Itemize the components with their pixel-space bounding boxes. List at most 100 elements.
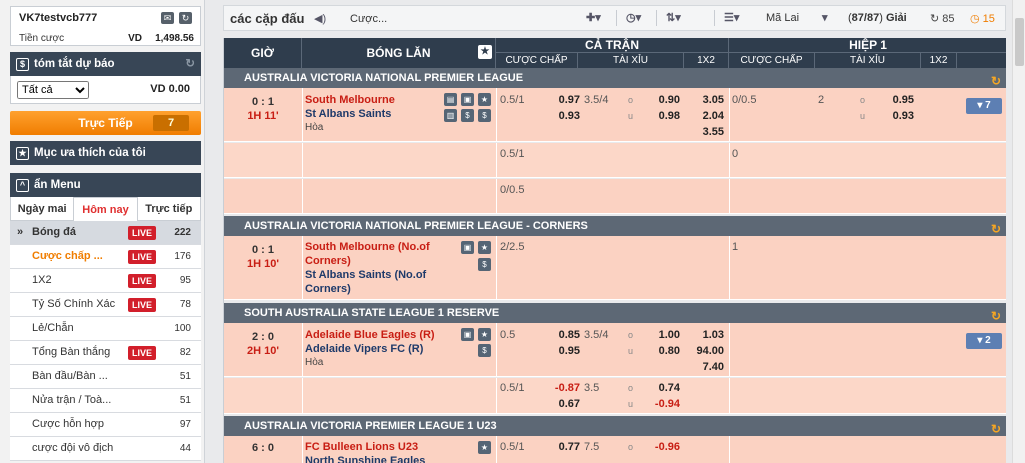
more-markets-button[interactable]: ▾ 2 [966, 333, 1002, 349]
odds[interactable]: 0.80 [644, 344, 680, 358]
tab-live[interactable]: Trực tiếp [137, 197, 200, 221]
refresh-timer-15[interactable]: ◷ 15 [970, 12, 995, 25]
total-line: 3.5/4 [584, 329, 609, 341]
more-markets-button[interactable]: ▾ 7 [966, 98, 1002, 114]
favorites[interactable]: ★ Mục ưa thích của tôi [10, 141, 201, 165]
tv-icon[interactable]: ▣ [461, 93, 474, 106]
item-label: 1X2 [32, 274, 52, 286]
hide-menu-header[interactable]: ^ ẩn Menu [10, 173, 201, 197]
odds-1x2[interactable]: 2.04 [686, 109, 724, 123]
summary-header[interactable]: $ tóm tắt dự báo ↻ [10, 52, 201, 76]
live-button[interactable]: Trực Tiếp 7 [10, 111, 201, 135]
tab-today[interactable]: Hôm nay [73, 197, 138, 221]
odds[interactable]: 0.85 [544, 328, 580, 342]
list-view-icon[interactable]: ☰▾ [724, 11, 739, 24]
divider [656, 10, 657, 26]
dollar-icon[interactable]: $ [478, 258, 491, 271]
odds-1x2[interactable]: 3.55 [686, 125, 724, 139]
sport-soccer[interactable]: » Bóng đá LIVE 222 [10, 221, 201, 245]
odds-1x2[interactable]: 94.00 [686, 344, 724, 358]
under-label: u [860, 111, 866, 121]
list-item[interactable]: Tổng Bàn thắng LIVE 82 [10, 341, 201, 365]
item-label: Nửa trận / Toà... [32, 394, 112, 406]
handicap-line: 2/2.5 [500, 241, 525, 253]
star-icon[interactable]: ★ [478, 93, 491, 106]
credit-value: 1,498.56 [155, 33, 194, 44]
chevron-down-icon[interactable]: ▾ [822, 11, 828, 24]
item-label: Bàn đầu/Bàn ... [32, 370, 108, 382]
refresh-icon[interactable]: ↻ [185, 52, 195, 76]
star-icon[interactable]: ★ [478, 441, 491, 454]
list-item[interactable]: Bàn đầu/Bàn ... 51 [10, 365, 201, 389]
list-item[interactable]: Tỷ Số Chính Xác LIVE 78 [10, 293, 201, 317]
league-header[interactable]: AUSTRALIA VICTORIA NATIONAL PREMIER LEAG… [224, 68, 1006, 88]
list-item[interactable]: Lẻ/Chẵn 100 [10, 317, 201, 341]
star-icon[interactable]: ★ [478, 241, 491, 254]
clock-icon[interactable]: ◷▾ [626, 11, 641, 24]
odds[interactable]: 0.98 [644, 109, 680, 123]
sport-label: Bóng đá [32, 226, 76, 238]
tab-tomorrow[interactable]: Ngày mai [11, 197, 74, 221]
refresh-timer-85[interactable]: ↻ 85 [930, 12, 955, 25]
scrollbar-thumb[interactable] [1015, 18, 1024, 66]
live-count: 7 [153, 115, 189, 131]
odds[interactable]: 0.97 [544, 93, 580, 107]
odds[interactable]: 0.93 [544, 109, 580, 123]
item-label: Cược hỗn hợp [32, 418, 104, 430]
menu-section: ^ ẩn Menu Ngày mai Hôm nay Trực tiếp [10, 173, 201, 221]
list-item[interactable]: cược đội vô địch 44 [10, 437, 201, 461]
league-select[interactable]: Mã Lai [766, 12, 799, 24]
refresh-icon[interactable]: ↻ [179, 12, 192, 24]
summary-filter-select[interactable]: Tất cả [17, 81, 89, 99]
bet-type-select[interactable]: Cược... [350, 13, 387, 25]
stats-icon[interactable]: ▤ [444, 93, 457, 106]
odds[interactable]: -0.87 [540, 381, 580, 395]
odds[interactable]: 0.93 [876, 109, 914, 123]
odds-1x2[interactable]: 1.03 [686, 328, 724, 342]
match-time: 0 : 1 1H 10' [247, 244, 279, 270]
league-name: AUSTRALIA VICTORIA NATIONAL PREMIER LEAG… [244, 220, 588, 232]
add-icon[interactable]: ✚▾ [586, 11, 601, 24]
league-header[interactable]: AUSTRALIA VICTORIA NATIONAL PREMIER LEAG… [224, 216, 1006, 236]
item-count: 100 [174, 323, 191, 334]
odds[interactable]: 0.74 [640, 381, 680, 395]
dollar-icon[interactable]: $ [478, 344, 491, 357]
mail-icon[interactable]: ✉ [161, 12, 174, 24]
odds[interactable]: 0.90 [644, 93, 680, 107]
odds-1x2[interactable]: 7.40 [686, 360, 724, 374]
col-full-time: CẢ TRẬN [496, 38, 729, 53]
odds[interactable]: -0.94 [640, 397, 680, 411]
odds[interactable]: 0.77 [544, 440, 580, 454]
match-teams: South Melbourne St Albans Saints Hòa [305, 94, 395, 133]
star-icon[interactable]: ★ [478, 328, 491, 341]
scrollbar[interactable] [1012, 0, 1025, 463]
sort-icon[interactable]: ⇅▾ [666, 11, 681, 24]
odds[interactable]: 0.95 [544, 344, 580, 358]
item-count: 78 [179, 299, 191, 310]
table-row: 0 : 1 1H 11' South Melbourne St Albans Sai… [224, 88, 1006, 142]
league-header[interactable]: SOUTH AUSTRALIA STATE LEAGUE 1 RESERVE ↻ [224, 303, 1006, 323]
tv-icon[interactable]: ▣ [461, 241, 474, 254]
summary-body: Tất cả VD 0.00 [10, 76, 201, 104]
odds[interactable]: 1.00 [644, 328, 680, 342]
list-item[interactable]: Cược hỗn hợp 97 [10, 413, 201, 437]
odds[interactable]: 0.67 [540, 397, 580, 411]
chart-icon[interactable]: ▥ [444, 109, 457, 122]
list-item[interactable]: Nửa trận / Toà... 51 [10, 389, 201, 413]
over-label: o [628, 330, 634, 340]
speaker-icon[interactable]: ◀) [314, 12, 326, 25]
table-row: 2 : 0 2H 10' Adelaide Blue Eagles (R) Adel… [224, 323, 1006, 377]
table-row: 0/0.5 [224, 179, 1006, 214]
list-item[interactable]: Cược chấp ... LIVE 176 [10, 245, 201, 269]
col-match: BÓNG LĂN [302, 38, 496, 68]
dollar-list-icon[interactable]: $ [478, 109, 491, 122]
odds-1x2[interactable]: 3.05 [686, 93, 724, 107]
tv-icon[interactable]: ▣ [461, 328, 474, 341]
dollar-icon[interactable]: $ [461, 109, 474, 122]
league-header[interactable]: AUSTRALIA VICTORIA PREMIER LEAGUE 1 U23 ↻ [224, 416, 1006, 436]
star-icon[interactable]: ★ [478, 45, 492, 59]
list-item[interactable]: 1X2 LIVE 95 [10, 269, 201, 293]
odds[interactable]: -0.96 [640, 440, 680, 454]
odds[interactable]: 0.95 [876, 93, 914, 107]
handicap-line: 0.5/1 [500, 148, 525, 160]
